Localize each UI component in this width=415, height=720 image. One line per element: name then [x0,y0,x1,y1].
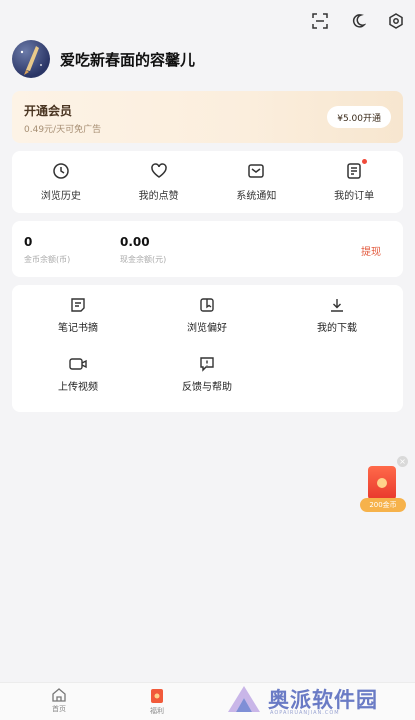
coin-caption: 金币余额(币) [24,255,71,264]
cash-caption: 现金余额(元) [120,255,167,264]
vip-title: 开通会员 [24,104,73,118]
preferences-label: 浏览偏好 [187,323,227,334]
username: 爱吃新春面的容馨儿 [60,50,196,69]
clock-icon [53,163,69,179]
home-icon [52,688,66,702]
history-button[interactable]: 浏览历史 [12,151,110,213]
feedback-button[interactable]: 反馈与帮助 [147,356,267,393]
notes-button[interactable]: 笔记书摘 [18,297,138,334]
notifications-button[interactable]: 系统通知 [208,151,306,213]
preferences-button[interactable]: 浏览偏好 [147,297,267,334]
cash-balance[interactable]: 0.00 现金余额(元) [120,235,166,265]
orders-button[interactable]: 我的订单 [305,151,403,213]
vip-open-button[interactable]: ¥5.00开通 [327,106,391,128]
watermark-logo-icon [228,686,260,712]
night-mode-icon[interactable] [349,12,367,30]
feedback-icon [200,357,214,372]
tab-welfare[interactable]: 福利 [137,688,177,716]
settings-icon[interactable] [387,12,405,30]
balance-card: 0 金币余额(币) 0.00 现金余额(元) 提现 [12,221,403,277]
notifications-label: 系统通知 [236,191,277,202]
mail-icon [248,164,265,178]
likes-button[interactable]: 我的点赞 [110,151,208,213]
red-envelope-icon [368,466,396,500]
vip-subtitle: 0.49元/天可免广告 [24,125,102,135]
watermark-url: AOPAIRUANJIAN.COM [270,710,340,716]
quick-actions-card: 浏览历史 我的点赞 系统通知 我的订单 [12,151,403,213]
history-label: 浏览历史 [40,191,81,202]
top-actions [311,12,405,30]
downloads-label: 我的下载 [317,323,357,334]
profile-header[interactable]: 爱吃新春面的容馨儿 [12,40,195,78]
vip-banner[interactable]: 开通会员 0.49元/天可免广告 ¥5.00开通 [12,91,403,143]
tools-card: 笔记书摘 浏览偏好 我的下载 上传视频 反馈与帮助 [12,285,403,412]
download-icon [331,299,343,312]
upload-video-button[interactable]: 上传视频 [18,356,138,393]
welfare-icon [151,689,163,703]
heart-icon [150,163,167,178]
withdraw-button[interactable]: 提现 [361,243,381,258]
tab-welfare-label: 福利 [150,707,164,715]
tab-home[interactable]: 首页 [39,688,79,714]
feedback-label: 反馈与帮助 [182,382,232,393]
downloads-button[interactable]: 我的下载 [277,297,397,334]
red-packet-label: 200金币 [360,498,406,512]
scan-icon[interactable] [311,12,329,30]
avatar[interactable] [12,40,50,78]
coin-value: 0 [24,235,33,249]
orders-label: 我的订单 [334,191,375,202]
notes-label: 笔记书摘 [58,323,98,334]
likes-label: 我的点赞 [138,191,179,202]
order-badge [362,159,368,164]
cash-value: 0.00 [120,235,150,249]
red-packet-widget[interactable]: × 200金币 [360,456,408,514]
book-icon [200,298,214,312]
note-icon [71,298,85,312]
video-icon [69,358,87,370]
coin-balance[interactable]: 0 金币余额(币) [24,235,70,265]
tab-home-label: 首页 [52,705,66,713]
order-icon [347,163,361,179]
close-icon[interactable]: × [397,456,408,467]
upload-video-label: 上传视频 [58,382,98,393]
